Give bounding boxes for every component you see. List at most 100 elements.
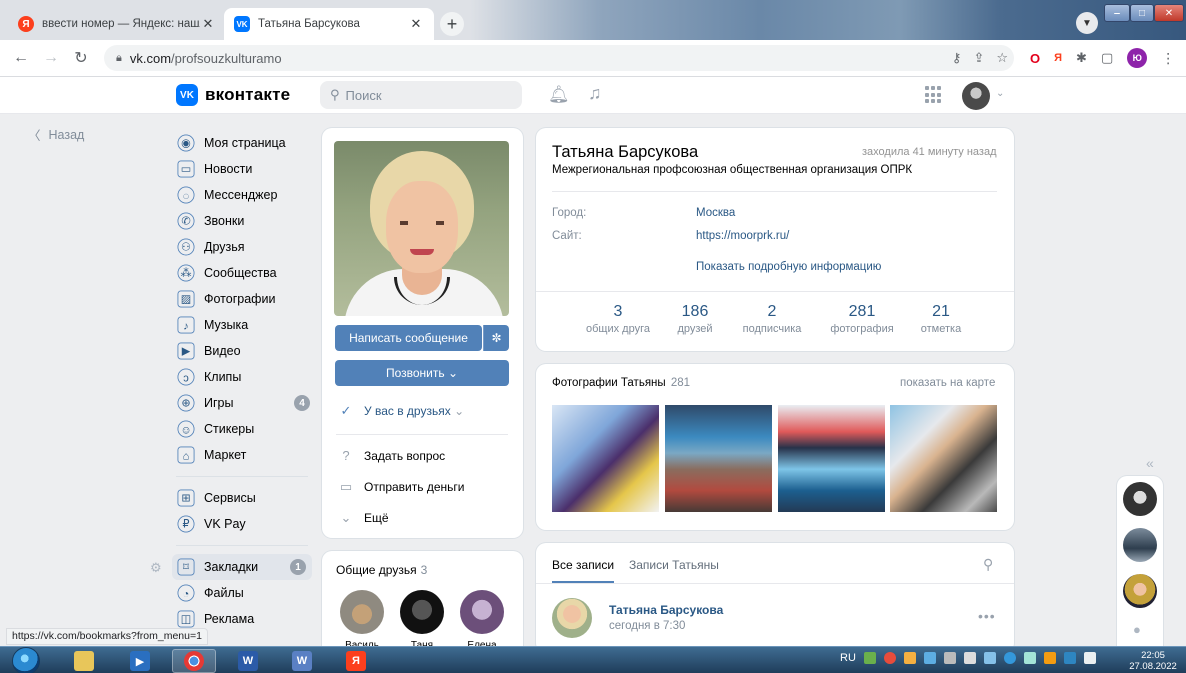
close-window-button[interactable]: ✕ [1154,4,1184,22]
nav-item-clips[interactable]: ↄ Клипы [176,364,316,390]
stat-tags[interactable]: 21 отметка [916,303,966,335]
chat-avatar[interactable] [1123,482,1157,516]
send-money-button[interactable]: ▭ Отправить деньги [336,479,465,495]
chat-avatar[interactable] [1123,574,1157,608]
mutual-friends-title[interactable]: Общие друзья 3 [336,563,427,577]
nav-item-photos[interactable]: ▨ Фотографии [176,286,316,312]
photos-title[interactable]: Фотографии Татьяны 281 [552,377,690,389]
back-arrow-icon[interactable]: ← [8,45,34,71]
tray-app-icon[interactable] [1003,652,1016,664]
chat-bubble-icon[interactable]: ● [1133,622,1141,637]
search-icon[interactable]: ⚲ [983,556,993,573]
tab-search-button[interactable]: ▼ [1076,12,1098,34]
friend-avatar[interactable] [400,590,444,634]
stat-mutual[interactable]: 3 общих друга [583,303,653,335]
stat-friends[interactable]: 186 друзей [670,303,720,335]
taskbar-media[interactable]: ▶ [118,649,162,673]
nav-item-music[interactable]: ♪ Музыка [176,312,316,338]
stat-photos[interactable]: 281 фотография [826,303,898,335]
nav-item-services[interactable]: ⊞ Сервисы [176,485,316,511]
extensions-icon[interactable]: ✱ [1076,50,1087,66]
photo-thumbnail[interactable] [665,405,772,512]
chevron-down-icon[interactable]: ⌄ [996,88,1004,99]
profile-photo[interactable] [334,141,509,316]
clock[interactable]: 22:05 27.08.2022 [1126,650,1180,672]
post-author[interactable]: Татьяна Барсукова [609,603,723,617]
taskbar-word[interactable]: W [226,649,270,673]
tray-app-icon[interactable] [923,652,936,664]
nav-item-files[interactable]: ◔ Файлы [176,580,316,606]
flag-icon[interactable] [943,652,956,664]
minimize-button[interactable]: ‒ [1104,4,1130,22]
ask-question-button[interactable]: ? Задать вопрос [336,448,445,463]
photo-thumbnail[interactable] [552,405,659,512]
close-icon[interactable]: ✕ [408,16,424,32]
address-bar[interactable]: 🔒︎ vk.com/profsouzkulturamo ⚷ ⇪ ☆ [104,45,1014,71]
friend-status-button[interactable]: ✓ У вас в друзьях ⌄ [336,403,465,419]
info-value-city[interactable]: Москва [696,207,735,219]
reload-icon[interactable]: ↻ [68,45,94,71]
start-button[interactable] [12,647,40,673]
call-button[interactable]: Позвонить ⌄ [335,360,509,386]
user-avatar[interactable] [962,82,990,110]
friend-avatar[interactable] [340,590,384,634]
nav-item-my-page[interactable]: ◉ Моя страница [176,130,316,156]
collapse-chats-icon[interactable]: « [1146,455,1154,471]
nav-item-friends[interactable]: ⚇ Друзья [176,234,316,260]
tray-app-icon[interactable] [863,652,876,664]
tray-app-icon[interactable] [983,652,996,664]
show-more-info-link[interactable]: Показать подробную информацию [696,261,881,273]
share-icon[interactable]: ⇪ [973,50,984,66]
tab-all-posts[interactable]: Все записи [552,558,614,572]
photo-thumbnail[interactable] [890,405,997,512]
maximize-button[interactable]: □ [1130,4,1154,22]
star-icon[interactable]: ☆ [996,50,1008,66]
nav-item-calls[interactable]: ✆ Звонки [176,208,316,234]
tray-app-icon[interactable] [903,652,916,664]
write-message-button[interactable]: Написать сообщение [335,325,482,351]
kebab-menu-icon[interactable]: ⋮ [1161,50,1175,67]
yandex-extension-icon[interactable]: Я [1054,52,1062,64]
tray-app-icon[interactable] [883,652,896,664]
nav-item-games[interactable]: ⊕ Игры 4 [176,390,316,416]
opera-extension-icon[interactable]: O [1030,51,1040,66]
vk-logo[interactable]: VK вконтакте [176,83,290,107]
nav-item-vkpay[interactable]: ₽ VK Pay [176,511,316,537]
tab-yandex[interactable]: Я ввести номер — Яндекс: нашлось ✕ [8,8,226,40]
tray-app-icon[interactable] [1043,652,1056,664]
info-value-site[interactable]: https://moorprk.ru/ [696,230,789,242]
taskbar-chrome[interactable] [172,649,216,673]
profile-avatar[interactable]: Ю [1127,48,1148,68]
volume-icon[interactable] [1083,652,1096,664]
network-icon[interactable] [1023,652,1036,664]
tab-own-posts[interactable]: Записи Татьяны [629,558,719,572]
gift-icon[interactable]: ✼ [483,325,509,351]
tab-vk[interactable]: VK Татьяна Барсукова ✕ [224,8,434,40]
language-indicator[interactable]: RU [840,652,856,664]
bell-icon[interactable]: 🔔︎ [548,85,570,105]
close-icon[interactable]: ✕ [200,16,216,32]
stat-followers[interactable]: 2 подписчика [738,303,806,335]
more-button[interactable]: ⌄ Ещё [336,510,389,526]
apps-grid-icon[interactable] [925,86,943,104]
side-panel-icon[interactable]: ▢ [1101,50,1113,66]
nav-item-stickers[interactable]: ☺ Стикеры [176,416,316,442]
taskbar-yandex[interactable]: Я [334,649,378,673]
chat-avatar[interactable] [1123,528,1157,562]
post-time[interactable]: сегодня в 7:30 [609,620,685,632]
more-options-icon[interactable]: ••• [978,608,996,624]
nav-item-video[interactable]: ▶ Видео [176,338,316,364]
forward-arrow-icon[interactable]: → [38,45,64,71]
tray-app-icon[interactable] [1063,652,1076,664]
nav-item-news[interactable]: ▭ Новости [176,156,316,182]
nav-item-market[interactable]: ⌂ Маркет [176,442,316,468]
nav-item-groups[interactable]: ⁂ Сообщества [176,260,316,286]
nav-item-bookmarks[interactable]: ⚙ ⌑ Закладки 1 [150,554,312,580]
tray-app-icon[interactable] [963,652,976,664]
gear-icon[interactable]: ⚙ [150,560,162,576]
music-note-icon[interactable]: ♫ [588,83,602,104]
new-tab-button[interactable]: + [440,12,464,36]
taskbar-explorer[interactable] [62,649,106,673]
back-link[interactable]: 〈 Назад [28,125,84,144]
key-icon[interactable]: ⚷ [952,50,962,66]
